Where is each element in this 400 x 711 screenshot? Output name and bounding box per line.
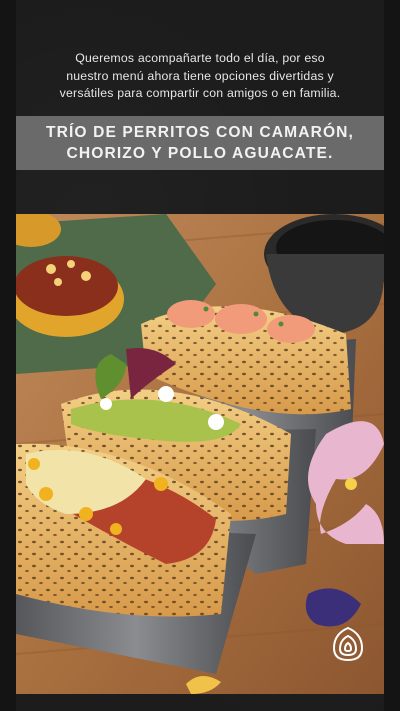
dish-title-banner: TRÍO DE PERRITOS CON CAMARÓN, CHORIZO Y … xyxy=(16,116,384,170)
dish-photo xyxy=(16,214,384,694)
dish-title-line: TRÍO DE PERRITOS CON CAMARÓN, xyxy=(46,124,354,141)
intro-line: versátiles para compartir con amigos o e… xyxy=(59,86,341,100)
dish-title-line: CHORIZO Y POLLO AGUACATE. xyxy=(66,145,334,162)
hot-dog-illustration xyxy=(16,214,384,694)
brand-logo-icon xyxy=(332,626,364,662)
intro-line: Queremos acompañarte todo el día, por es… xyxy=(75,51,325,65)
intro-text: Queremos acompañarte todo el día, por es… xyxy=(30,50,370,103)
dish-title: TRÍO DE PERRITOS CON CAMARÓN, CHORIZO Y … xyxy=(46,122,354,164)
intro-line: nuestro menú ahora tiene opciones divert… xyxy=(66,68,334,83)
